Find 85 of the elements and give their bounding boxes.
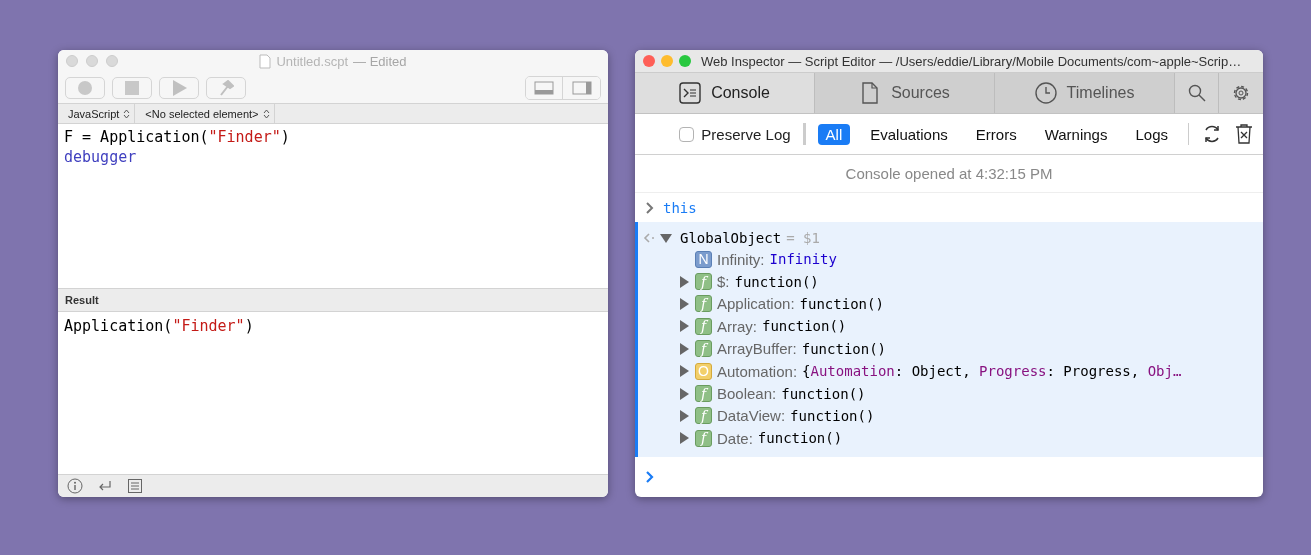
disclosure-icon[interactable] (678, 342, 690, 355)
property-value: Infinity (769, 251, 837, 268)
stepper-icon (262, 108, 270, 119)
type-badge: O (695, 362, 712, 380)
disclosure-icon[interactable] (678, 275, 690, 288)
property-value: function() (734, 273, 819, 290)
hammer-icon (218, 79, 234, 96)
property-name: Infinity: (717, 250, 765, 268)
command-text: this (663, 199, 697, 216)
close-button[interactable] (643, 55, 655, 67)
zoom-button[interactable] (679, 55, 691, 67)
filter-button[interactable]: All (817, 123, 851, 145)
type-badge: f (695, 273, 712, 291)
tab[interactable]: Timelines (995, 73, 1175, 113)
disclosure-icon[interactable] (660, 232, 672, 244)
element-popup[interactable]: <No selected element> (135, 104, 275, 123)
prompt-icon (645, 471, 655, 483)
property-name: Automation: (717, 362, 798, 380)
object-name: GlobalObject (680, 230, 782, 246)
stop-icon (124, 79, 140, 96)
preserve-log-label[interactable]: Preserve Log (701, 125, 791, 143)
disclosure-icon[interactable] (678, 297, 690, 310)
bottom-panel-icon (534, 80, 554, 95)
tab[interactable]: Console (635, 73, 815, 113)
property-name: DataView: (717, 407, 786, 425)
disclosure-icon[interactable] (678, 387, 690, 400)
property-name: Date: (717, 429, 753, 447)
property-name: Boolean: (717, 385, 777, 403)
type-badge: f (695, 295, 712, 313)
settings-icon (1231, 83, 1251, 103)
property-value: function() (757, 430, 843, 447)
disclosure-icon[interactable] (678, 432, 690, 445)
object-reference: = $1 (786, 230, 820, 246)
script-editor[interactable]: F = Application("Finder") debugger (58, 124, 608, 288)
property-value: function() (762, 318, 847, 335)
type-badge: f (695, 407, 712, 425)
filter-button[interactable]: Logs (1127, 123, 1176, 145)
filter-button[interactable]: Errors (967, 123, 1025, 145)
edited-status: — Edited (353, 53, 407, 69)
code-line: F = Application("Finder") (64, 127, 291, 147)
result-label: Result (65, 294, 99, 306)
side-panel-icon (571, 80, 592, 95)
property-value: function() (781, 385, 866, 402)
terminal-icon (679, 82, 702, 104)
disclosure-icon[interactable] (678, 365, 690, 378)
property-name: ArrayBuffer: (717, 340, 797, 358)
type-badge: f (695, 317, 712, 335)
window-title: Web Inspector — Script Editor — /Users/eddie/Library/Mobile Documents/com~apple~Scrip… (701, 53, 1242, 69)
property-value: {Automation: Object, Progress: Progress, Obj… (802, 363, 1182, 380)
property-name: Application: (717, 295, 795, 313)
disclosure-icon[interactable] (678, 409, 690, 422)
type-badge: f (695, 340, 712, 358)
run-button[interactable] (159, 76, 199, 99)
tab[interactable]: Sources (815, 73, 995, 113)
property-name: Array: (717, 317, 757, 335)
property-value: function() (790, 407, 875, 424)
view-toggle-control[interactable] (525, 75, 601, 100)
stepper-icon (123, 108, 131, 119)
trash-icon[interactable] (1235, 124, 1253, 144)
property-name: $: (717, 273, 730, 291)
list-icon[interactable] (127, 478, 143, 494)
language-popup[interactable]: JavaScript (58, 104, 136, 123)
compile-button[interactable] (206, 76, 246, 99)
type-badge: N (695, 250, 712, 268)
filter-button[interactable]: Evaluations (862, 123, 956, 145)
return-arrow-icon (643, 232, 655, 244)
type-badge: f (695, 429, 712, 447)
window-title: Untitled.scpt (276, 53, 349, 69)
info-icon[interactable] (67, 478, 83, 494)
result-line: Application("Finder") (64, 316, 255, 336)
type-badge: f (695, 385, 712, 403)
preserve-log-checkbox[interactable] (679, 126, 695, 142)
bottom-panel-button[interactable] (526, 76, 563, 99)
record-icon (77, 79, 93, 96)
property-value: function() (801, 340, 887, 357)
filter-button[interactable]: Warnings (1036, 123, 1116, 145)
code-line: debugger (64, 147, 138, 167)
console-message: Console opened at 4:32:15 PM (845, 165, 1053, 182)
search-icon (1187, 84, 1206, 102)
document-icon (259, 53, 272, 69)
chevron-icon (645, 201, 655, 214)
disclosure-icon[interactable] (678, 320, 690, 333)
clock-icon (1034, 82, 1057, 104)
play-icon (171, 79, 187, 96)
property-value: function() (799, 295, 884, 312)
